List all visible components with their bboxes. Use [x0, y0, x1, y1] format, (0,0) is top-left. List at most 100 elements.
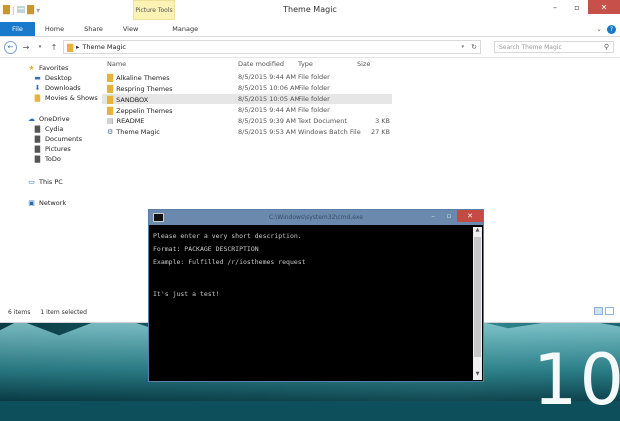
file-name: Theme Magic: [116, 128, 160, 136]
sidebar-item-label: Documents: [45, 135, 83, 143]
desktop-corner-text: 10: [532, 339, 620, 421]
downloads-icon: ⬇: [34, 84, 41, 92]
sidebar-item-pictures[interactable]: ▇ Pictures: [33, 145, 71, 153]
sidebar-item-label: OneDrive: [39, 115, 70, 123]
file-type: File folder: [298, 84, 330, 92]
large-icons-view-button[interactable]: [605, 307, 614, 315]
file-date: 8/5/2015 9:39 AM: [238, 117, 296, 125]
refresh-icon[interactable]: ↻: [471, 43, 477, 51]
file-size: 3 KB: [375, 117, 390, 125]
address-dropdown-icon[interactable]: ▾: [461, 44, 464, 50]
file-date: 8/5/2015 10:06 AM: [238, 84, 301, 92]
folder-icon: ▇: [107, 95, 114, 104]
help-icon[interactable]: ?: [607, 25, 616, 34]
command-prompt-window: C:\Windows\system32\cmd.exe – ▫ ✕ Please…: [148, 209, 484, 382]
details-view-button[interactable]: [594, 307, 603, 315]
tab-share[interactable]: Share: [74, 22, 113, 36]
sidebar-item-onedrive[interactable]: ☁ OneDrive: [27, 115, 70, 123]
console-line: Format: PACKAGE DESCRIPTION: [153, 245, 259, 253]
column-header-date[interactable]: Date modified: [238, 60, 284, 68]
sidebar-item-label: Downloads: [45, 84, 81, 92]
address-bar[interactable]: ▇ ▸ Theme Magic ▾ ↻: [63, 40, 481, 54]
search-icon[interactable]: ⚲: [604, 43, 609, 51]
folder-icon: ▇: [34, 155, 41, 163]
close-button[interactable]: ✕: [457, 210, 483, 222]
folder-icon: ▇: [34, 135, 41, 143]
computer-icon: ▭: [28, 178, 35, 186]
tab-manage[interactable]: Manage: [162, 22, 208, 36]
recent-locations-icon[interactable]: ▾: [35, 44, 45, 50]
up-button[interactable]: ↑: [49, 43, 59, 52]
file-name: Respring Themes: [116, 84, 173, 93]
file-type: Windows Batch File: [298, 128, 361, 136]
status-bar: 6 items 1 item selected: [8, 309, 87, 316]
sidebar-item-movies-shows[interactable]: ▇ Movies & Shows: [33, 94, 98, 102]
table-row[interactable]: ▇ Respring Themes 8/5/2015 10:06 AM File …: [102, 83, 392, 93]
desktop-icon: ▬: [34, 74, 41, 82]
scroll-down-icon[interactable]: ▼: [473, 371, 482, 380]
tab-view[interactable]: View: [113, 22, 148, 36]
expand-ribbon-icon[interactable]: ⌄: [596, 25, 602, 34]
cmd-window-controls: – ▫ ✕: [425, 210, 483, 222]
selected-count: 1 item selected: [40, 309, 87, 316]
file-type: Text Document: [298, 117, 347, 125]
folder-icon: ▇: [34, 125, 41, 133]
table-row[interactable]: ▤ README 8/5/2015 9:39 AM Text Document 3…: [102, 116, 392, 126]
title-bar: ▇ | ▤ ▇ ▾ Picture Tools Theme Magic – ▫ …: [0, 0, 620, 20]
tab-home[interactable]: Home: [35, 22, 74, 36]
back-button[interactable]: ←: [4, 40, 17, 54]
search-input[interactable]: Search Theme Magic ⚲: [494, 41, 614, 53]
sidebar-item-this-pc[interactable]: ▭ This PC: [27, 178, 63, 186]
file-name-cell: ▇ Zeppelin Themes: [107, 106, 172, 115]
ribbon-tabs: File Home Share View Manage ⌄ ?: [0, 20, 620, 37]
sidebar-item-network[interactable]: ▣ Network: [27, 199, 66, 207]
file-date: 8/5/2015 10:05 AM: [238, 95, 301, 103]
column-header-type[interactable]: Type: [298, 60, 313, 68]
folder-icon: ▇: [107, 106, 114, 115]
sidebar-item-desktop[interactable]: ▬ Desktop: [33, 74, 72, 82]
file-type: File folder: [298, 73, 330, 81]
navigation-pane: ★ Favorites ▬ Desktop ⬇ Downloads ▇ Movi…: [0, 58, 100, 308]
sidebar-item-label: Pictures: [45, 145, 71, 153]
minimize-button[interactable]: –: [544, 0, 566, 14]
sidebar-item-documents[interactable]: ▇ Documents: [33, 135, 82, 143]
breadcrumb-item[interactable]: Theme Magic: [82, 43, 126, 51]
console-output[interactable]: Please enter a very short description. F…: [153, 230, 471, 301]
file-type: File folder: [298, 95, 330, 103]
tab-file[interactable]: File: [0, 22, 35, 36]
column-header-size[interactable]: Size: [357, 60, 370, 68]
view-switcher: [594, 307, 614, 315]
file-size: 27 KB: [370, 128, 390, 136]
scroll-thumb[interactable]: [474, 237, 481, 357]
sidebar-item-label: This PC: [39, 178, 63, 186]
table-row[interactable]: ▇ Zeppelin Themes 8/5/2015 9:44 AM File f…: [102, 105, 392, 115]
column-header-name[interactable]: Name: [107, 60, 126, 68]
search-placeholder: Search Theme Magic: [499, 43, 562, 51]
forward-button[interactable]: →: [21, 43, 31, 52]
maximize-button[interactable]: ▫: [441, 210, 457, 222]
sidebar-item-label: Movies & Shows: [45, 94, 98, 102]
table-row-selected[interactable]: ▇ SANDBOX 8/5/2015 10:05 AM File folder: [102, 94, 392, 104]
sidebar-item-label: Desktop: [45, 74, 72, 82]
table-row[interactable]: ⚙ Theme Magic 8/5/2015 9:53 AM Windows Ba…: [102, 127, 392, 137]
close-button[interactable]: ✕: [588, 0, 620, 14]
file-name-cell: ▇ Respring Themes: [107, 84, 173, 93]
star-icon: ★: [28, 64, 35, 72]
maximize-button[interactable]: ▫: [566, 0, 588, 14]
window-controls: – ▫ ✕: [544, 0, 620, 16]
breadcrumb-separator-icon: ▸: [76, 43, 80, 51]
sidebar-item-favorites[interactable]: ★ Favorites: [27, 64, 68, 72]
console-line: Example: Fulfilled /r/iosthemes request: [153, 258, 306, 266]
scroll-up-icon[interactable]: ▲: [473, 227, 482, 236]
sidebar-item-label: Network: [39, 199, 67, 207]
sidebar-item-cydia[interactable]: ▇ Cydia: [33, 125, 64, 133]
file-date: 8/5/2015 9:44 AM: [238, 106, 296, 114]
vertical-scrollbar[interactable]: ▲ ▼: [473, 227, 482, 380]
console-line: Please enter a very short description.: [153, 232, 302, 240]
address-row: ← → ▾ ↑ ▇ ▸ Theme Magic ▾ ↻ Search Theme…: [0, 37, 620, 58]
minimize-button[interactable]: –: [425, 210, 441, 222]
table-row[interactable]: ▇ Alkaline Themes 8/5/2015 9:44 AM File f…: [102, 72, 392, 82]
file-type: File folder: [298, 106, 330, 114]
sidebar-item-downloads[interactable]: ⬇ Downloads: [33, 84, 81, 92]
sidebar-item-todo[interactable]: ▇ ToDo: [33, 155, 61, 163]
